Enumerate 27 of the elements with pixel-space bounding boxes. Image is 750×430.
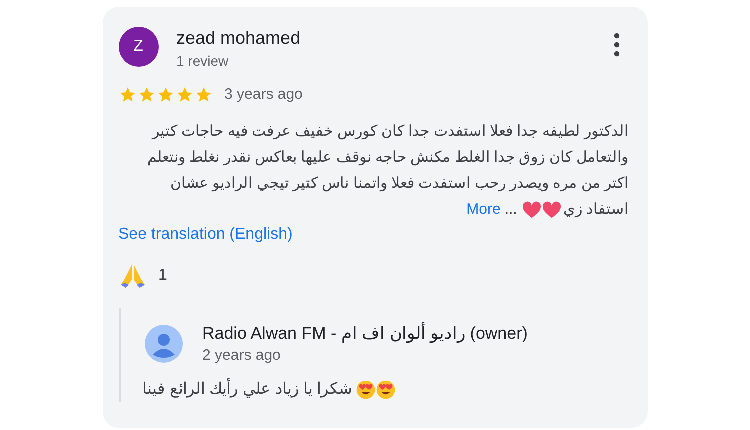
- more-options-icon[interactable]: [614, 33, 620, 57]
- owner-name: Radio Alwan FM - راديو ألوان اف ام (owner): [202, 322, 528, 346]
- review-count: 1 review: [176, 52, 230, 71]
- star-icon: [118, 86, 136, 104]
- review-text: الدكتور لطيفه جدا فعلا استفدت جدا كان كورس خفيف عرفت فيه حاجات كتير: [152, 122, 628, 142]
- star-icon: [138, 86, 156, 104]
- avatar: Z: [118, 27, 158, 67]
- reply-time: 2 years ago: [202, 346, 282, 366]
- heart-icon: [522, 200, 542, 218]
- star-icon: [194, 86, 212, 104]
- heart-icon: [542, 200, 562, 218]
- review-text: اكتر من مره ويصدر رحب استفدت فعلا واتمنا ناس كتير تيجي الراديو عشان: [170, 174, 628, 194]
- heart-eyes-emoji-icon: [356, 380, 376, 400]
- author-name[interactable]: zead mohamed: [176, 26, 301, 50]
- review-time: 3 years ago: [224, 85, 303, 105]
- star-icon: [176, 86, 194, 104]
- review-text: والتعامل كان زوق جدا الغلط مكنش حاجه نوقف عليها بعاكس نقدر نغلط ونتعلم: [147, 148, 628, 168]
- star-icon: [156, 86, 174, 104]
- ellipsis: ...: [504, 200, 518, 220]
- review-text: استفاد زي: [563, 200, 628, 220]
- more-link[interactable]: More: [466, 196, 501, 222]
- reply-text: شكرا يا زياد علي رأيك الرائع فينا: [142, 378, 352, 402]
- reaction-count: 1: [158, 266, 168, 286]
- see-translation-link[interactable]: See translation (English): [118, 222, 293, 246]
- folded-hands-icon[interactable]: [118, 262, 146, 288]
- heart-eyes-emoji-icon: [376, 380, 396, 400]
- avatar: [144, 324, 182, 362]
